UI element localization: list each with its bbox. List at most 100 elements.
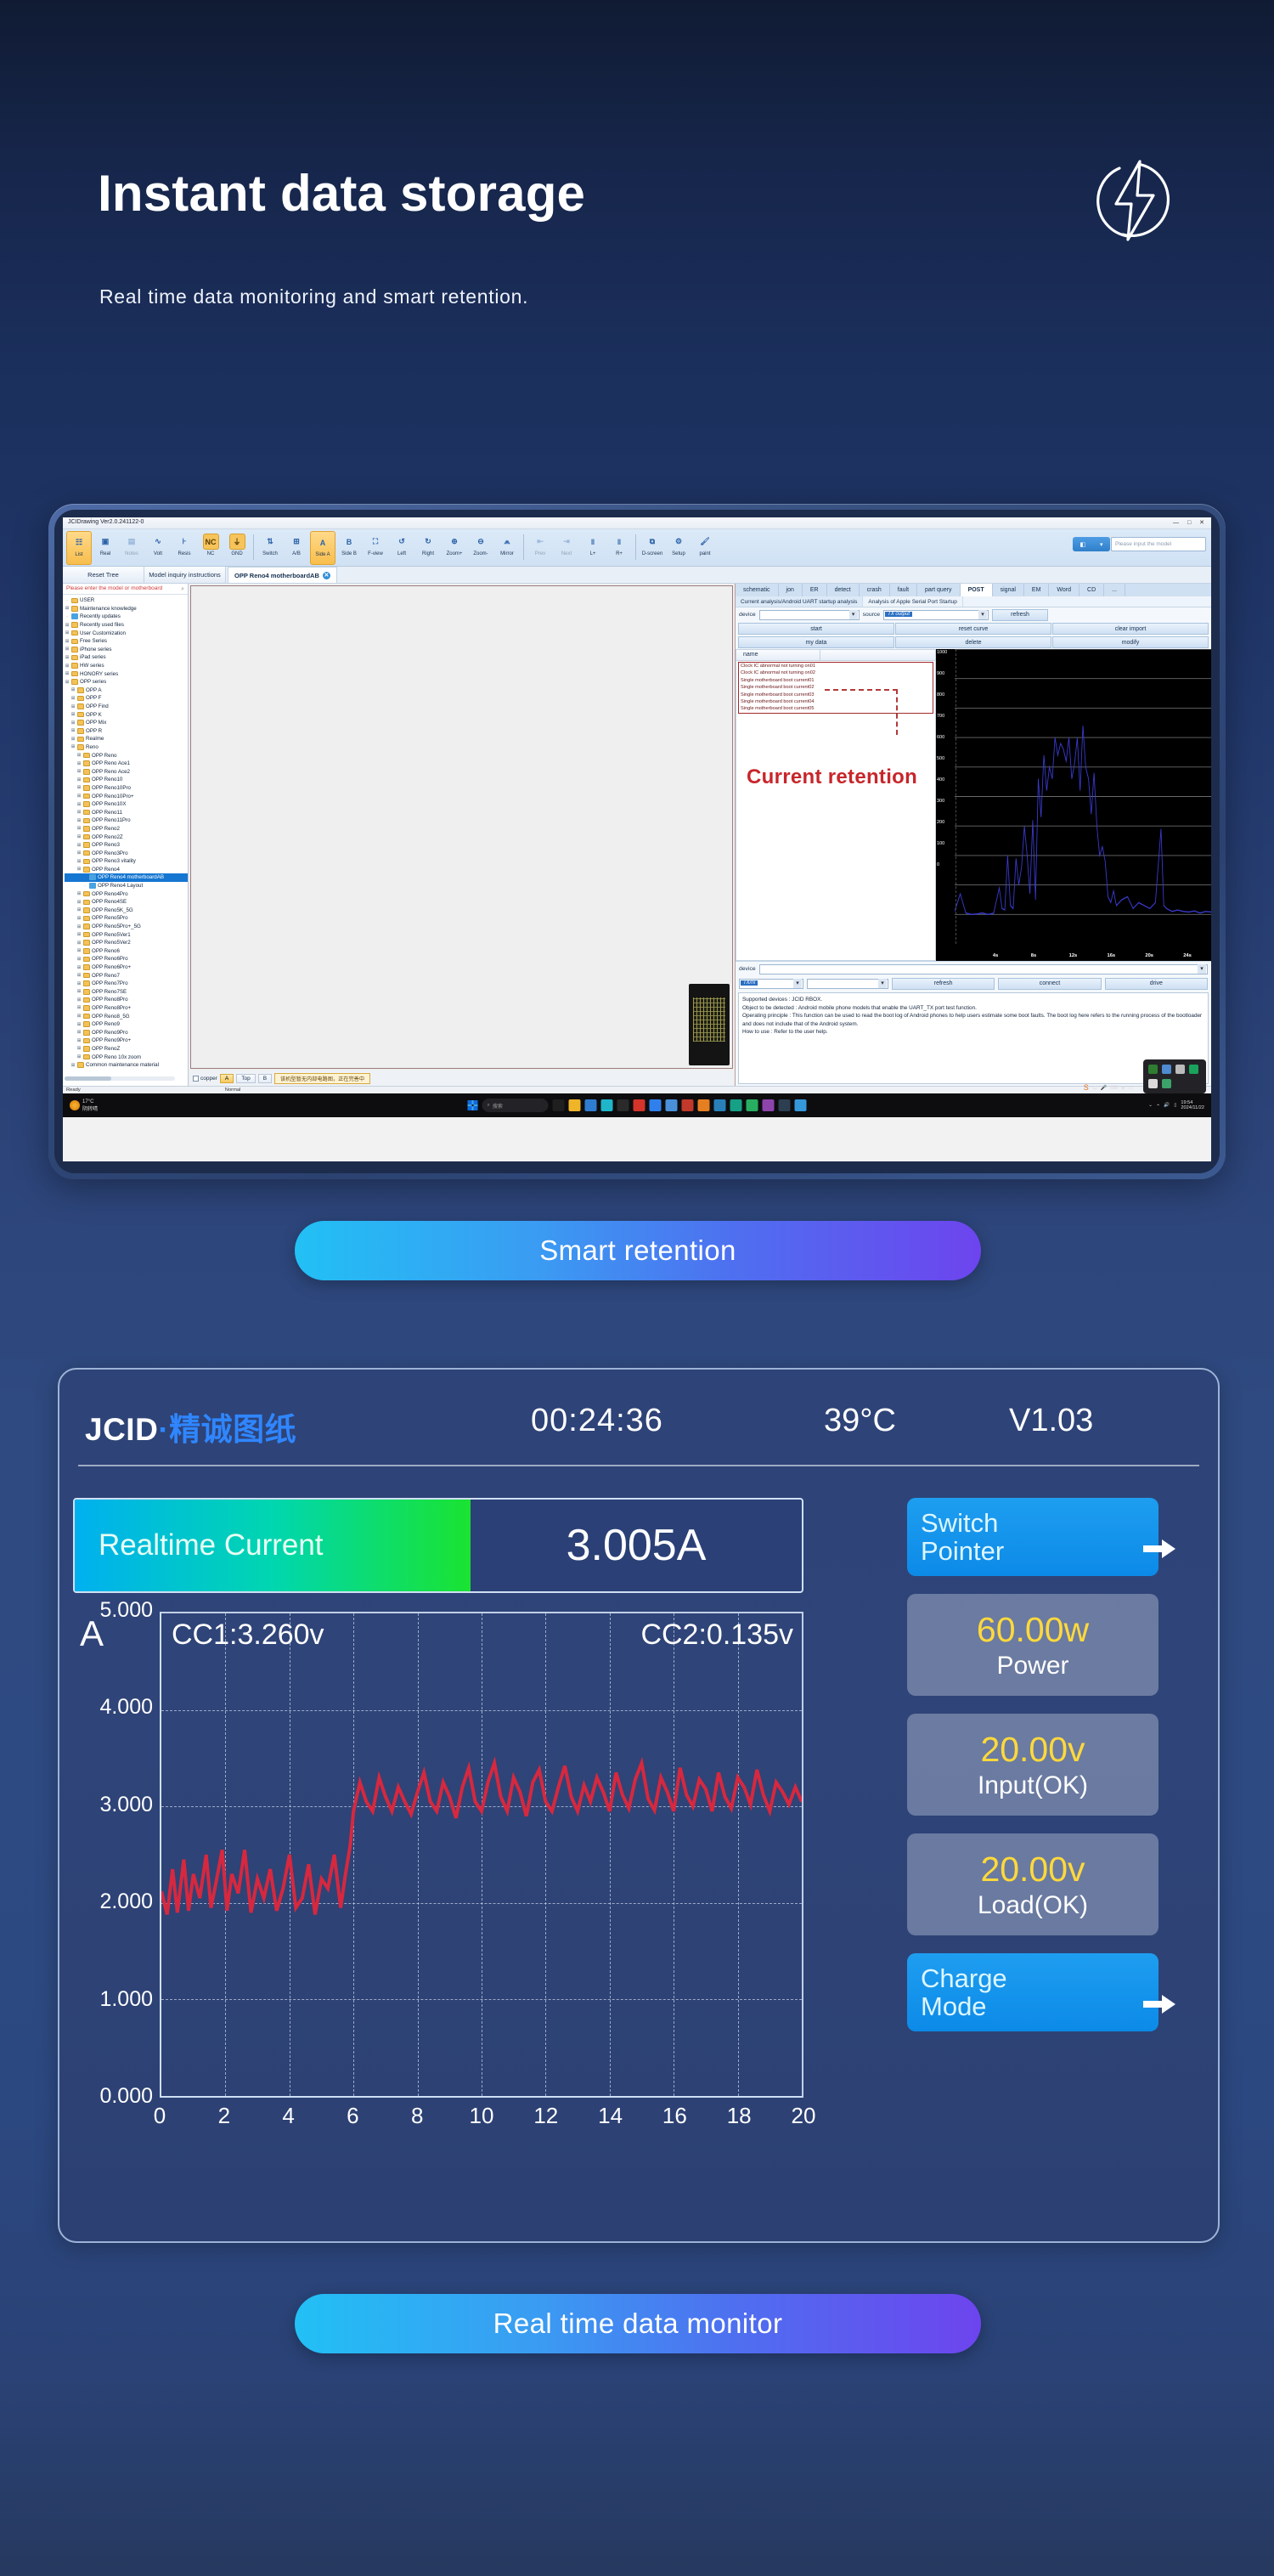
taskbar-app-icon-10[interactable] xyxy=(698,1099,710,1111)
tree-node[interactable]: ⊞OPP Reno11 xyxy=(65,808,188,816)
tree-node[interactable]: ⊞OPP Reno7Pro xyxy=(65,980,188,988)
taskbar-app-icon-13[interactable] xyxy=(747,1099,758,1111)
chevron-right-icon[interactable]: ⊞ xyxy=(70,712,76,717)
taskbar-weather-widget[interactable]: 17°C阴转晴 xyxy=(63,1099,98,1112)
ribbon-right-button[interactable]: ↻Right xyxy=(415,531,441,565)
switch-pointer-button[interactable]: Switch Pointer xyxy=(907,1498,1158,1576)
taskbar-app-icon-9[interactable] xyxy=(682,1099,694,1111)
ribbon-notes-button[interactable]: ▤Notes xyxy=(119,531,144,565)
chevron-right-icon[interactable]: ⊞ xyxy=(70,696,76,701)
real-time-monitor-button[interactable]: Real time data monitor xyxy=(295,2294,981,2353)
taskbar-center-group[interactable]: ⌕ 搜索 xyxy=(468,1099,807,1112)
tree-node[interactable]: ⊞Common maintenance material xyxy=(65,1061,188,1070)
schematic-canvas[interactable]: copper A Top B 该机型暂无内部电路图，正在完善中 xyxy=(189,584,736,1086)
taskbar-app-icon-1[interactable] xyxy=(553,1099,565,1111)
taskbar-app-icon-15[interactable] xyxy=(779,1099,791,1111)
tree-horizontal-scrollbar[interactable] xyxy=(65,1076,175,1081)
chevron-right-icon[interactable]: ⊞ xyxy=(76,981,82,986)
chevron-right-icon[interactable]: ⊞ xyxy=(76,818,82,823)
chevron-right-icon[interactable]: ⊞ xyxy=(76,965,82,970)
tree-node[interactable]: ⊞OPP Reno5Pro xyxy=(65,914,188,923)
analysis-pane[interactable]: schematicjonERdetectcrashfaultpart query… xyxy=(736,584,1211,1086)
start-button[interactable]: start xyxy=(738,623,894,635)
tree-node[interactable]: ⊞Free Series xyxy=(65,637,188,646)
layer-a-button[interactable]: A xyxy=(220,1074,234,1083)
tree-node[interactable]: ⊞OPP Reno9 xyxy=(65,1020,188,1029)
close-icon[interactable]: ✕ xyxy=(323,572,330,579)
ribbon-ab-button[interactable]: ⊞A/B xyxy=(284,531,309,565)
tree-node[interactable]: ⊞OPP Reno7SE xyxy=(65,988,188,997)
ribbon-zoom-in-button[interactable]: ⊕Zoom+ xyxy=(442,531,467,565)
secondary-toolbar[interactable]: Reset Tree Model inquiry instructions OP… xyxy=(63,567,1211,584)
chevron-right-icon[interactable]: ⊞ xyxy=(70,744,76,749)
ribbon-volt-button[interactable]: ∿Volt xyxy=(145,531,171,565)
chevron-right-icon[interactable]: ⊞ xyxy=(76,900,82,905)
chevron-right-icon[interactable]: ⊞ xyxy=(65,680,70,685)
chevron-right-icon[interactable]: ⊞ xyxy=(65,655,70,660)
tree-node[interactable]: ⊞iPad series xyxy=(65,653,188,662)
taskbar-app-icon-5[interactable] xyxy=(617,1099,629,1111)
bottom-connect-row[interactable]: TX/rx refresh connect drive xyxy=(736,976,1211,991)
action-buttons-row-1[interactable]: start reset curve clear import xyxy=(736,622,1211,636)
chevron-right-icon[interactable]: ⊞ xyxy=(76,941,82,946)
chevron-right-icon[interactable]: ⊞ xyxy=(65,623,70,628)
chevron-right-icon[interactable]: ⊞ xyxy=(76,997,82,1003)
tree-node[interactable]: ⊞OPP Reno7 xyxy=(65,971,188,980)
tree-node[interactable]: ⊞VIV series xyxy=(65,1069,188,1071)
battery-icon[interactable]: ▯ xyxy=(1174,1103,1176,1108)
tree-node[interactable]: ⊞OPP Reno10X xyxy=(65,800,188,809)
saved-curve-list[interactable]: name Clock IC abnormal not turning on01C… xyxy=(736,649,936,961)
chevron-right-icon[interactable]: · xyxy=(82,875,87,880)
clear-import-button[interactable]: clear import xyxy=(1052,623,1209,635)
reset-tree-button[interactable]: Reset Tree xyxy=(63,567,144,583)
tree-node[interactable]: ⊞OPP Reno xyxy=(65,751,188,760)
ribbon-toolbar[interactable]: ☷List ▣Real ▤Notes ∿Volt ⊦Resis NCNC ⏚GN… xyxy=(63,529,1211,567)
delete-button[interactable]: delete xyxy=(895,636,1051,648)
tree-node[interactable]: ⊞OPP Reno8_5G xyxy=(65,1012,188,1020)
chevron-right-icon[interactable]: ⊞ xyxy=(70,704,76,709)
chevron-right-icon[interactable]: ⊞ xyxy=(76,777,82,782)
taskbar-app-icon-11[interactable] xyxy=(714,1099,726,1111)
tree-node[interactable]: ⊞OPP Reno3Pro xyxy=(65,849,188,857)
ribbon-gnd-button[interactable]: ⏚GND xyxy=(224,531,250,565)
analysis-tab-fault[interactable]: fault xyxy=(890,584,917,596)
taskbar-app-icon-14[interactable] xyxy=(763,1099,775,1111)
chevron-down-icon[interactable]: ⊞ xyxy=(76,867,82,872)
chevron-right-icon[interactable]: ⊞ xyxy=(76,1014,82,1019)
ribbon-nc-button[interactable]: NCNC xyxy=(198,531,223,565)
chevron-right-icon[interactable]: ⊞ xyxy=(76,1005,82,1010)
ribbon-zoom-out-button[interactable]: ⊖Zoom- xyxy=(468,531,493,565)
chevron-right-icon[interactable]: ⊞ xyxy=(65,639,70,644)
drive-button[interactable]: drive xyxy=(1105,978,1208,990)
tree-node-list[interactable]: ·USER⊞Maintenance knowledge·Recently upd… xyxy=(63,595,188,1071)
windows-start-icon[interactable] xyxy=(468,1100,478,1110)
smart-retention-button[interactable]: Smart retention xyxy=(295,1221,981,1280)
modify-button[interactable]: modify xyxy=(1052,636,1209,648)
taskbar-app-icon-4[interactable] xyxy=(601,1099,613,1111)
search-mode-pill[interactable]: ◧▾ xyxy=(1073,537,1110,551)
chevron-right-icon[interactable]: ⊞ xyxy=(65,606,70,611)
taskbar-app-icon-6[interactable] xyxy=(634,1099,645,1111)
tree-node[interactable]: ⊞OPP Reno3 vitality xyxy=(65,857,188,866)
chevron-right-icon[interactable]: ⊞ xyxy=(76,907,82,912)
curve-list-item[interactable]: Single motherboard boot current01 xyxy=(739,677,933,684)
chevron-right-icon[interactable]: ⊞ xyxy=(65,664,70,669)
ime-keyboard-icon[interactable]: ⌨ xyxy=(1110,1085,1118,1091)
ribbon-paint-button[interactable]: 🖌paint xyxy=(692,531,718,565)
subtab-apple-serial[interactable]: Analysis of Apple Serial Port Startup xyxy=(863,596,962,607)
tree-node[interactable]: ⊞OPP Reno4Pro xyxy=(65,890,188,898)
tree-node[interactable]: ⊞OPP Reno10 xyxy=(65,776,188,784)
tree-node[interactable]: ⊞OPP Reno10Pro xyxy=(65,784,188,793)
tree-node[interactable]: ⊞OPP Reno4SE xyxy=(65,898,188,907)
chevron-right-icon[interactable]: ⊞ xyxy=(70,737,76,742)
curve-list-item[interactable]: Clock IC abnormal not turning on01 xyxy=(739,663,933,669)
canvas-surface[interactable] xyxy=(190,585,733,1069)
chevron-right-icon[interactable]: ⊞ xyxy=(65,671,70,676)
model-tree-pane[interactable]: Please enter the model or motherboard ⌕ … xyxy=(63,584,189,1086)
ribbon-dscreen-button[interactable]: ⧉D-screen xyxy=(640,531,665,565)
baud-select[interactable] xyxy=(807,979,888,989)
tree-node[interactable]: ⊞OPP Reno 10x zoom xyxy=(65,1053,188,1061)
chevron-right-icon[interactable]: ⊞ xyxy=(70,687,76,692)
ribbon-lplus-button[interactable]: ‖L+ xyxy=(580,531,606,565)
analysis-tab-partquery[interactable]: part query xyxy=(917,584,961,596)
